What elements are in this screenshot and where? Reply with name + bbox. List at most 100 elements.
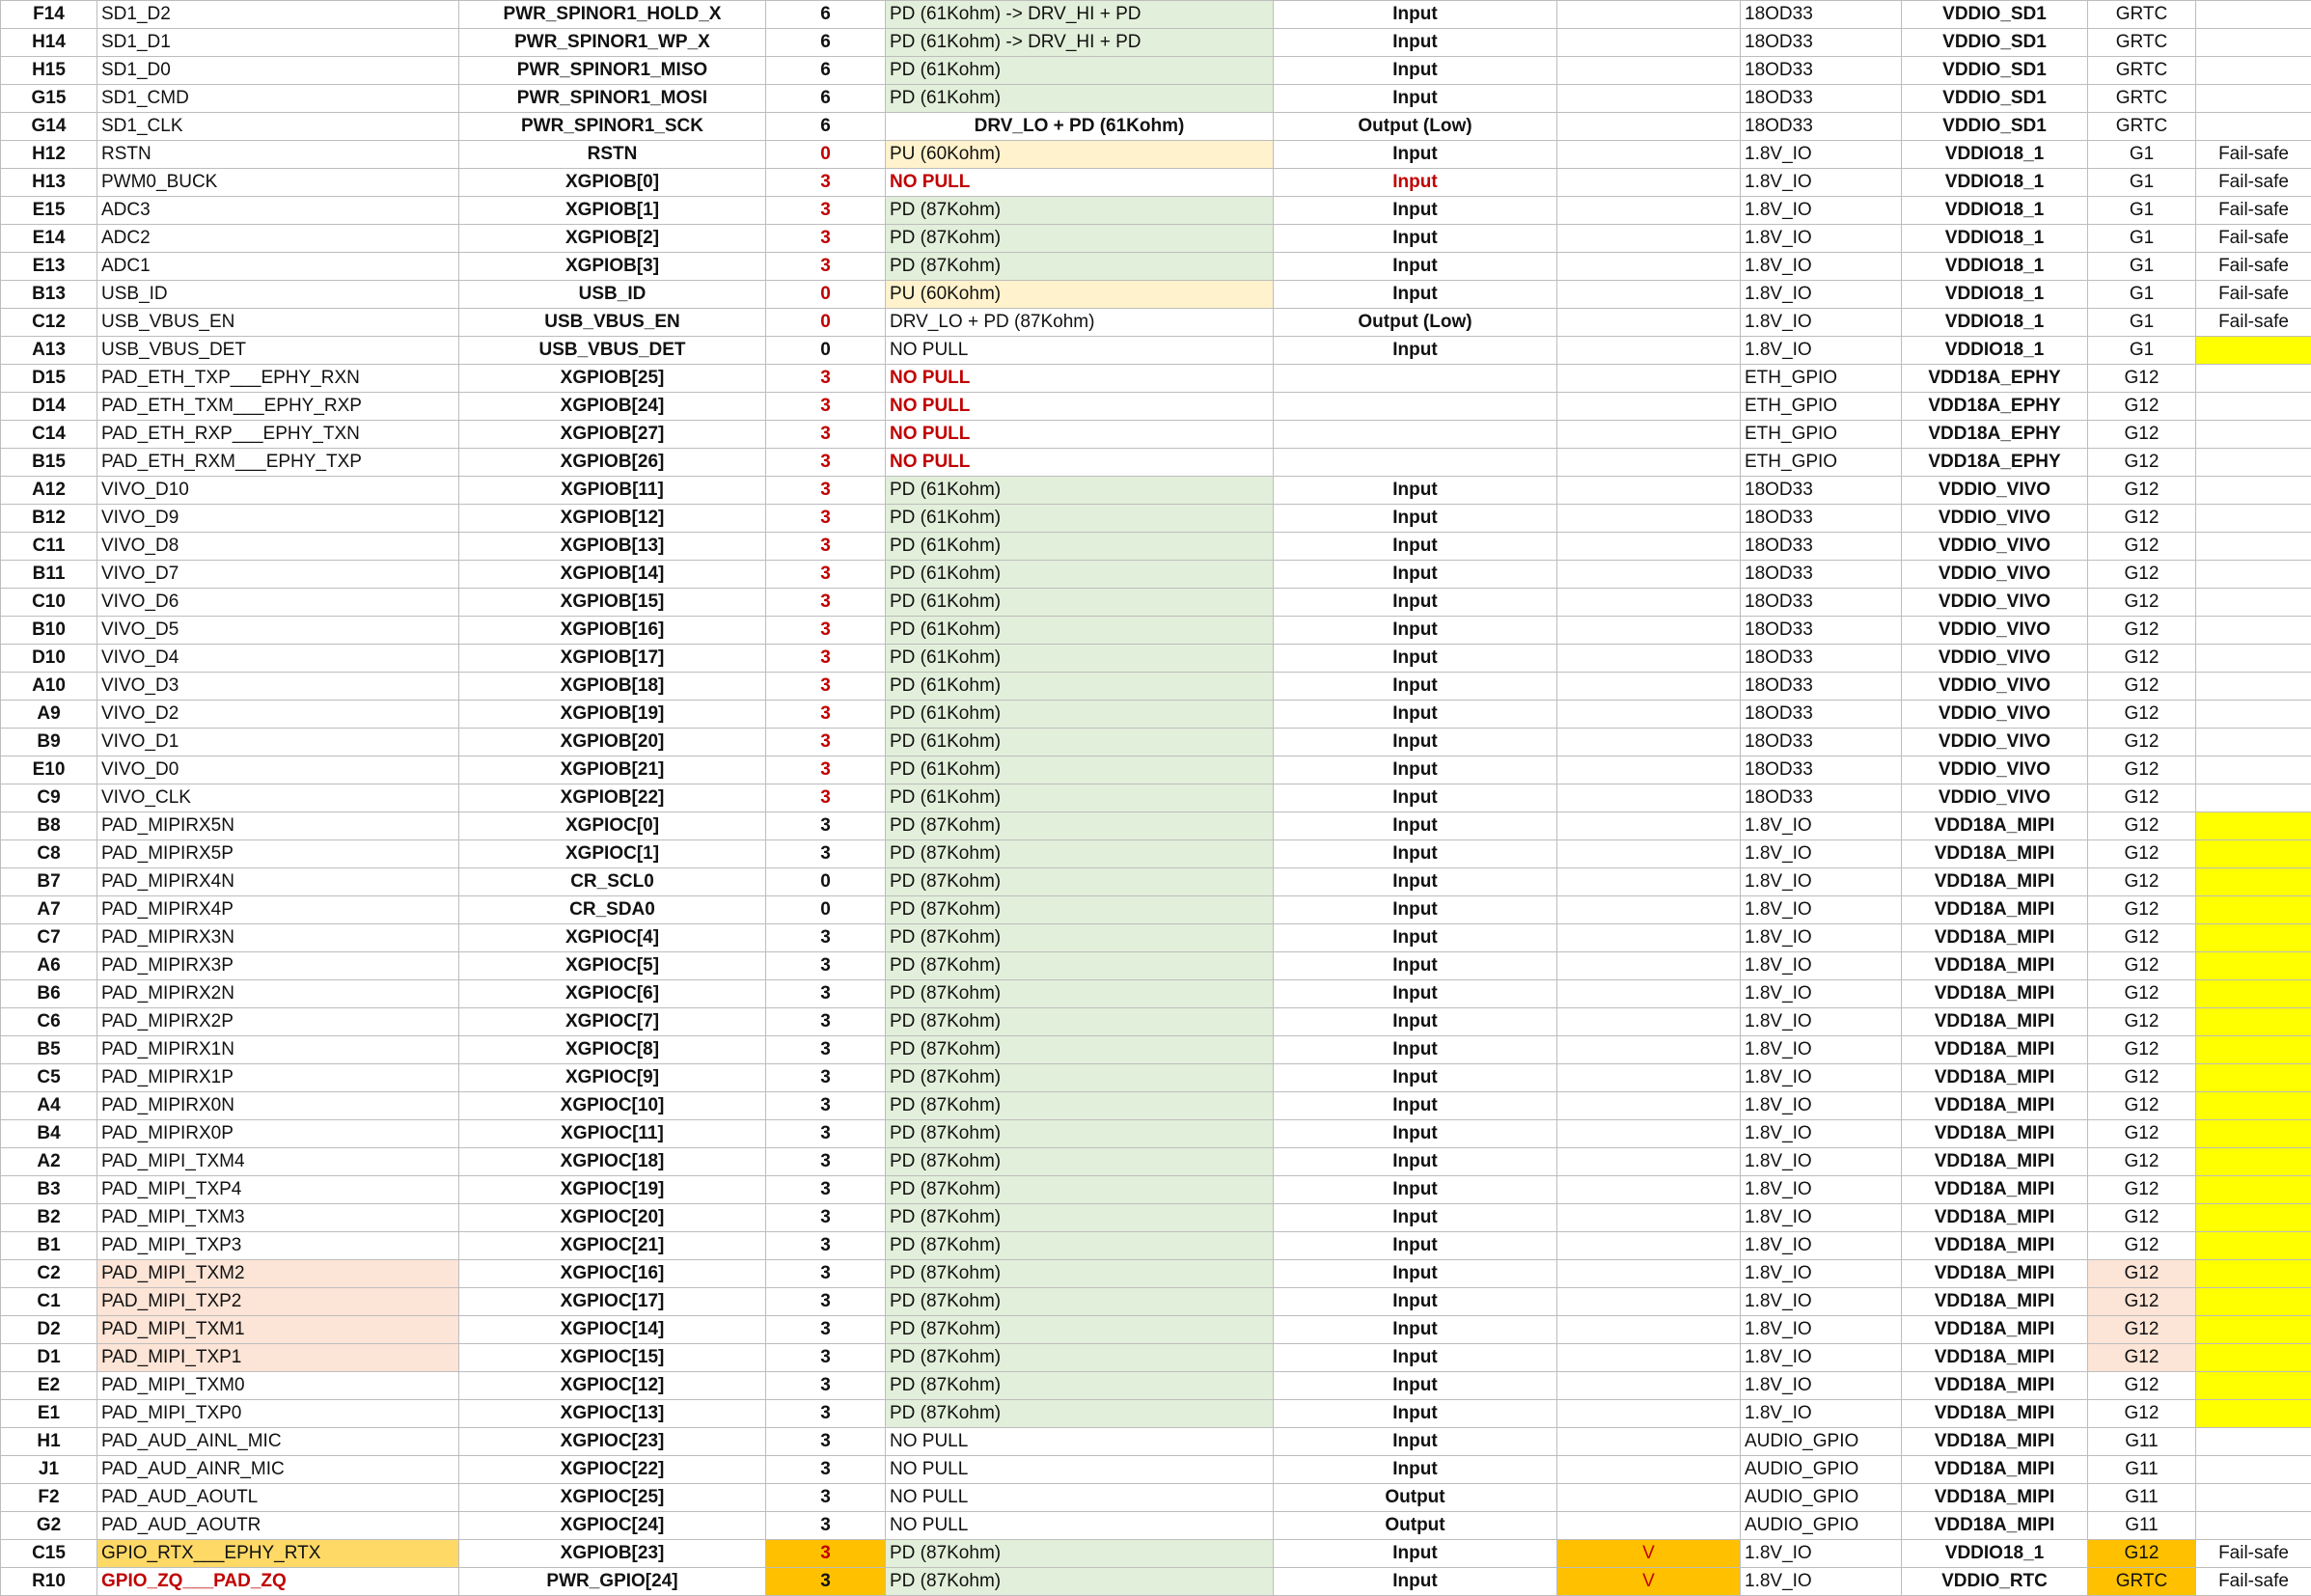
cell-power[interactable]: VDDIO_SD1	[1902, 29, 2088, 57]
cell-iotype[interactable]: ETH_GPIO	[1741, 449, 1902, 477]
cell-func[interactable]: XGPIOB[21]	[459, 757, 766, 784]
cell-pull[interactable]: NO PULL	[886, 1512, 1274, 1540]
cell-ball[interactable]: G2	[1, 1512, 97, 1540]
cell-v[interactable]: V	[1557, 1568, 1741, 1596]
cell-pull[interactable]: PD (87Kohm)	[886, 197, 1274, 225]
cell-note[interactable]	[2196, 868, 2311, 896]
cell-note[interactable]	[2196, 1120, 2311, 1148]
cell-dir[interactable]: Input	[1274, 337, 1557, 365]
cell-dir[interactable]: Input	[1274, 505, 1557, 533]
cell-func[interactable]: RSTN	[459, 141, 766, 169]
cell-pull[interactable]: PD (87Kohm)	[886, 924, 1274, 952]
cell-ball[interactable]: G14	[1, 113, 97, 141]
cell-note[interactable]	[2196, 113, 2311, 141]
cell-pull[interactable]: PD (87Kohm)	[886, 896, 1274, 924]
cell-pull[interactable]: PD (87Kohm)	[886, 225, 1274, 253]
cell-group[interactable]: G1	[2088, 225, 2196, 253]
cell-func[interactable]: CR_SCL0	[459, 868, 766, 896]
cell-pull[interactable]: PD (61Kohm)	[886, 57, 1274, 85]
cell-power[interactable]: VDD18A_MIPI	[1902, 1316, 2088, 1344]
cell-power[interactable]: VDDIO18_1	[1902, 197, 2088, 225]
cell-iotype[interactable]: 18OD33	[1741, 757, 1902, 784]
cell-name[interactable]: PAD_MIPI_TXM4	[97, 1148, 459, 1176]
cell-v[interactable]	[1557, 924, 1741, 952]
cell-ball[interactable]: B4	[1, 1120, 97, 1148]
cell-v[interactable]	[1557, 1232, 1741, 1260]
cell-func[interactable]: PWR_SPINOR1_HOLD_X	[459, 1, 766, 29]
cell-group[interactable]: G12	[2088, 1372, 2196, 1400]
cell-power[interactable]: VDD18A_MIPI	[1902, 1372, 2088, 1400]
cell-dir[interactable]: Input	[1274, 1316, 1557, 1344]
cell-v[interactable]	[1557, 561, 1741, 589]
cell-func[interactable]: XGPIOB[19]	[459, 701, 766, 729]
cell-dir[interactable]: Input	[1274, 1540, 1557, 1568]
cell-mux[interactable]: 3	[766, 1148, 886, 1176]
cell-mux[interactable]: 3	[766, 505, 886, 533]
cell-func[interactable]: XGPIOB[1]	[459, 197, 766, 225]
cell-group[interactable]: G12	[2088, 1092, 2196, 1120]
cell-group[interactable]: G1	[2088, 337, 2196, 365]
cell-power[interactable]: VDDIO_VIVO	[1902, 729, 2088, 757]
cell-func[interactable]: XGPIOC[0]	[459, 812, 766, 840]
cell-dir[interactable]: Input	[1274, 952, 1557, 980]
cell-note[interactable]	[2196, 812, 2311, 840]
cell-note[interactable]	[2196, 617, 2311, 645]
cell-ball[interactable]: C7	[1, 924, 97, 952]
cell-ball[interactable]: C15	[1, 1540, 97, 1568]
cell-iotype[interactable]: ETH_GPIO	[1741, 393, 1902, 421]
cell-group[interactable]: GRTC	[2088, 85, 2196, 113]
cell-group[interactable]: G11	[2088, 1428, 2196, 1456]
cell-iotype[interactable]: 1.8V_IO	[1741, 281, 1902, 309]
cell-pull[interactable]: DRV_LO + PD (87Kohm)	[886, 309, 1274, 337]
cell-v[interactable]	[1557, 617, 1741, 645]
cell-power[interactable]: VDD18A_MIPI	[1902, 868, 2088, 896]
cell-pull[interactable]: PD (87Kohm)	[886, 980, 1274, 1008]
cell-note[interactable]	[2196, 1400, 2311, 1428]
cell-mux[interactable]: 6	[766, 113, 886, 141]
cell-dir[interactable]: Input	[1274, 1232, 1557, 1260]
cell-v[interactable]	[1557, 589, 1741, 617]
cell-v[interactable]	[1557, 1344, 1741, 1372]
cell-note[interactable]: Fail-safe	[2196, 1568, 2311, 1596]
cell-group[interactable]: G12	[2088, 868, 2196, 896]
cell-v[interactable]	[1557, 85, 1741, 113]
cell-ball[interactable]: J1	[1, 1456, 97, 1484]
cell-iotype[interactable]: 1.8V_IO	[1741, 141, 1902, 169]
cell-pull[interactable]: PD (87Kohm)	[886, 1540, 1274, 1568]
cell-func[interactable]: XGPIOC[10]	[459, 1092, 766, 1120]
cell-name[interactable]: PAD_AUD_AINR_MIC	[97, 1456, 459, 1484]
cell-ball[interactable]: B8	[1, 812, 97, 840]
cell-func[interactable]: XGPIOB[14]	[459, 561, 766, 589]
cell-group[interactable]: G12	[2088, 365, 2196, 393]
cell-mux[interactable]: 6	[766, 29, 886, 57]
cell-func[interactable]: XGPIOC[7]	[459, 1008, 766, 1036]
cell-name[interactable]: PAD_MIPIRX5N	[97, 812, 459, 840]
cell-dir[interactable]: Input	[1274, 1568, 1557, 1596]
cell-mux[interactable]: 3	[766, 561, 886, 589]
cell-dir[interactable]	[1274, 421, 1557, 449]
cell-ball[interactable]: H15	[1, 57, 97, 85]
cell-name[interactable]: VIVO_D6	[97, 589, 459, 617]
cell-pull[interactable]: NO PULL	[886, 1428, 1274, 1456]
cell-iotype[interactable]: 18OD33	[1741, 85, 1902, 113]
cell-iotype[interactable]: 1.8V_IO	[1741, 1372, 1902, 1400]
cell-iotype[interactable]: 1.8V_IO	[1741, 197, 1902, 225]
cell-name[interactable]: VIVO_D1	[97, 729, 459, 757]
cell-note[interactable]	[2196, 589, 2311, 617]
cell-ball[interactable]: B15	[1, 449, 97, 477]
cell-mux[interactable]: 3	[766, 980, 886, 1008]
cell-power[interactable]: VDD18A_MIPI	[1902, 896, 2088, 924]
cell-ball[interactable]: A7	[1, 896, 97, 924]
cell-power[interactable]: VDD18A_MIPI	[1902, 1400, 2088, 1428]
cell-v[interactable]	[1557, 365, 1741, 393]
cell-group[interactable]: G12	[2088, 1232, 2196, 1260]
cell-ball[interactable]: B12	[1, 505, 97, 533]
cell-name[interactable]: PAD_MIPI_TXM0	[97, 1372, 459, 1400]
cell-note[interactable]	[2196, 952, 2311, 980]
cell-func[interactable]: XGPIOC[14]	[459, 1316, 766, 1344]
cell-ball[interactable]: D1	[1, 1344, 97, 1372]
cell-name[interactable]: SD1_CMD	[97, 85, 459, 113]
cell-mux[interactable]: 3	[766, 1512, 886, 1540]
cell-name[interactable]: USB_VBUS_EN	[97, 309, 459, 337]
cell-power[interactable]: VDDIO_VIVO	[1902, 757, 2088, 784]
